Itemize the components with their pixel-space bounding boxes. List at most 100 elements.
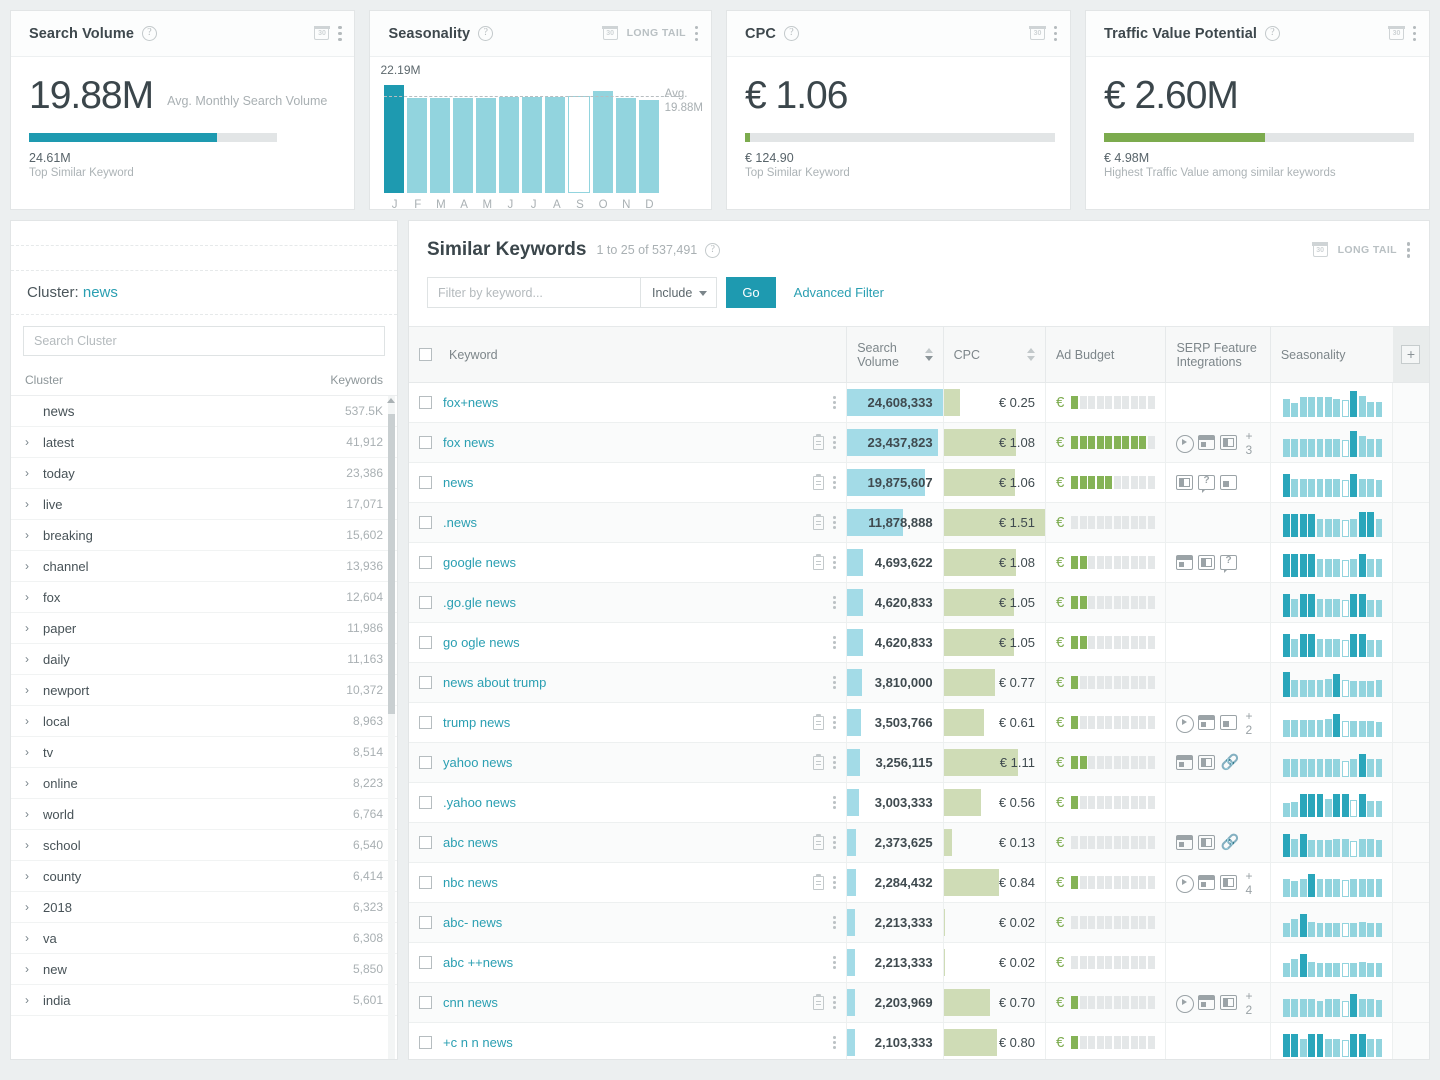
col-keyword[interactable]: Keyword <box>409 326 847 383</box>
keyword-link[interactable]: abc news <box>443 835 498 850</box>
col-add-column[interactable]: + <box>1392 326 1429 383</box>
cluster-row[interactable]: › school 6,540 <box>11 830 397 861</box>
card-menu-button[interactable] <box>1054 25 1058 42</box>
chevron-right-icon[interactable]: › <box>25 776 43 790</box>
cluster-row[interactable]: › breaking 15,602 <box>11 520 397 551</box>
keyword-link[interactable]: cnn news <box>443 995 498 1010</box>
select-all-checkbox[interactable] <box>419 348 432 361</box>
copy-icon[interactable] <box>813 553 825 570</box>
help-icon[interactable]: ? <box>142 26 157 41</box>
panel-icon[interactable] <box>1198 835 1216 850</box>
table-row[interactable]: .yahoo news 3,003,333 € 0.56 € <box>409 782 1429 823</box>
chevron-right-icon[interactable]: › <box>25 590 43 604</box>
sort-cpc-icon[interactable] <box>1026 348 1035 361</box>
row-menu-button[interactable] <box>833 516 836 529</box>
table-row[interactable]: fox+news 24,608,333 € 0.25 € <box>409 382 1429 423</box>
chevron-right-icon[interactable]: › <box>25 869 43 883</box>
card-menu-button[interactable] <box>1413 25 1417 42</box>
row-menu-button[interactable] <box>833 436 836 449</box>
table-row[interactable]: abc ++news 2,213,333 € 0.02 € <box>409 942 1429 983</box>
cluster-row[interactable]: › new 5,850 <box>11 954 397 985</box>
filter-mode-select[interactable]: Include <box>640 277 718 308</box>
calendar-icon[interactable]: 30 <box>313 25 331 41</box>
row-menu-button[interactable] <box>833 596 836 609</box>
cluster-row[interactable]: › channel 13,936 <box>11 551 397 582</box>
row-checkbox[interactable] <box>419 756 432 769</box>
table-row[interactable]: nbc news 2,284,432 € 0.84 € + 4 <box>409 862 1429 903</box>
table-row[interactable]: google news 4,693,622 € 1.08 € <box>409 542 1429 583</box>
cluster-row[interactable]: › local 8,963 <box>11 706 397 737</box>
col-search-volume[interactable]: Search Volume <box>846 326 944 383</box>
row-menu-button[interactable] <box>833 396 836 409</box>
news-icon[interactable] <box>1176 835 1194 850</box>
help-icon[interactable]: ? <box>1265 26 1280 41</box>
row-checkbox[interactable] <box>419 476 432 489</box>
advanced-filter-link[interactable]: Advanced Filter <box>794 285 884 300</box>
panel-icon[interactable] <box>1176 475 1194 490</box>
cluster-row[interactable]: news 537.5K <box>11 396 397 427</box>
row-checkbox[interactable] <box>419 1036 432 1049</box>
cluster-row[interactable]: › latest 41,912 <box>11 427 397 458</box>
video-icon[interactable] <box>1176 434 1195 453</box>
row-menu-button[interactable] <box>833 836 836 849</box>
cluster-row[interactable]: › va 6,308 <box>11 923 397 954</box>
search-cluster-input[interactable] <box>23 326 385 356</box>
table-row[interactable]: +c n n news 2,103,333 € 0.80 € <box>409 1022 1429 1059</box>
chevron-right-icon[interactable]: › <box>25 900 43 914</box>
chevron-right-icon[interactable]: › <box>25 714 43 728</box>
chevron-right-icon[interactable]: › <box>25 466 43 480</box>
row-checkbox[interactable] <box>419 876 432 889</box>
cluster-row[interactable]: › fox 12,604 <box>11 582 397 613</box>
chevron-right-icon[interactable]: › <box>25 745 43 759</box>
cluster-row[interactable]: › daily 11,163 <box>11 644 397 675</box>
keyword-link[interactable]: abc- news <box>443 915 502 930</box>
news-icon[interactable] <box>1198 435 1216 450</box>
table-row[interactable]: go ogle news 4,620,833 € 1.05 € <box>409 622 1429 663</box>
col-seasonality[interactable]: Seasonality <box>1269 326 1393 383</box>
cluster-name-link[interactable]: news <box>83 284 118 301</box>
help-icon[interactable]: ? <box>478 26 494 41</box>
video-icon[interactable] <box>1176 994 1195 1013</box>
cluster-row[interactable]: › india 5,601 <box>11 985 397 1016</box>
video-icon[interactable] <box>1176 714 1195 733</box>
row-menu-button[interactable] <box>833 916 836 929</box>
copy-icon[interactable] <box>813 513 825 530</box>
copy-icon[interactable] <box>813 833 825 850</box>
panel-icon[interactable] <box>1220 435 1238 450</box>
keyword-filter-input[interactable] <box>427 277 640 308</box>
keyword-link[interactable]: fox news <box>443 435 494 450</box>
card-menu-button[interactable] <box>695 25 699 42</box>
keyword-link[interactable]: fox+news <box>443 395 498 410</box>
row-menu-button[interactable] <box>833 996 836 1009</box>
table-row[interactable]: abc news 2,373,625 € 0.13 € 🔗 <box>409 822 1429 863</box>
keyword-link[interactable]: news about trump <box>443 675 546 690</box>
cluster-row[interactable]: › world 6,764 <box>11 799 397 830</box>
row-checkbox[interactable] <box>419 436 432 449</box>
panel-icon[interactable] <box>1220 995 1238 1010</box>
panel-icon[interactable] <box>1220 875 1238 890</box>
cluster-scrollbar-thumb[interactable] <box>388 414 395 714</box>
col-serp-features[interactable]: SERP Feature Integrations <box>1165 326 1271 383</box>
row-checkbox[interactable] <box>419 396 432 409</box>
row-menu-button[interactable] <box>833 756 836 769</box>
sort-search-volume-icon[interactable] <box>924 348 933 361</box>
keyword-link[interactable]: +c n n news <box>443 1035 513 1050</box>
add-column-button[interactable]: + <box>1401 345 1421 364</box>
news-icon[interactable] <box>1176 755 1194 770</box>
cluster-row[interactable]: › 2018 6,323 <box>11 892 397 923</box>
calendar-icon[interactable]: 30 <box>1311 242 1329 257</box>
news-icon[interactable] <box>1198 875 1216 890</box>
news-icon[interactable] <box>1198 715 1216 730</box>
table-row[interactable]: .news 11,878,888 € 1.51 € <box>409 502 1429 543</box>
chevron-right-icon[interactable]: › <box>25 683 43 697</box>
chevron-right-icon[interactable]: › <box>25 559 43 573</box>
keyword-link[interactable]: abc ++news <box>443 955 513 970</box>
video-icon[interactable] <box>1176 874 1195 893</box>
copy-icon[interactable] <box>813 713 825 730</box>
keyword-link[interactable]: trump news <box>443 715 510 730</box>
chevron-right-icon[interactable]: › <box>25 652 43 666</box>
col-ad-budget[interactable]: Ad Budget <box>1044 326 1166 383</box>
copy-icon[interactable] <box>813 433 825 450</box>
calendar-icon[interactable]: 30 <box>1029 25 1046 41</box>
row-checkbox[interactable] <box>419 956 432 969</box>
